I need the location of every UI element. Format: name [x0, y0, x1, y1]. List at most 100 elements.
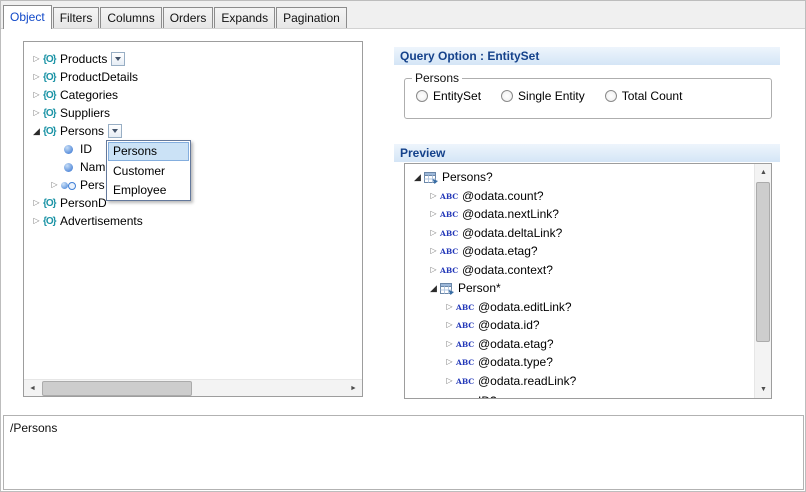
tree-item-products[interactable]: ▷ {O} Products	[30, 50, 125, 68]
preview-item-odata-readlink[interactable]: ▷ ABC @odata.readLink?	[443, 372, 576, 390]
expander-collapsed-icon[interactable]: ▷	[427, 261, 440, 279]
radio-label: Total Count	[622, 89, 683, 103]
tab-pagination[interactable]: Pagination	[276, 7, 347, 28]
tree-item-categories[interactable]: ▷ {O} Categories	[30, 86, 118, 104]
radio-total-count[interactable]: Total Count	[605, 89, 683, 103]
tree-item-persondetails[interactable]: ▷ {O} PersonD	[30, 194, 107, 212]
tab-columns[interactable]: Columns	[100, 7, 161, 28]
string-field-icon: ABC	[440, 266, 460, 275]
odata-query-designer-window: Object Filters Columns Orders Expands Pa…	[0, 0, 806, 492]
preview-item-id[interactable]: ▷ 123 ID?	[443, 392, 497, 399]
scroll-up-icon: ▲	[760, 169, 767, 176]
preview-header: Preview	[394, 144, 780, 162]
expander-expanded-icon[interactable]: ◢	[30, 122, 43, 140]
preview-item-odata-editlink[interactable]: ▷ ABC @odata.editLink?	[443, 298, 572, 316]
radio-label: Single Entity	[518, 89, 585, 103]
preview-item-persons[interactable]: ◢ Persons?	[411, 168, 493, 186]
tree-item-label: Nam	[80, 160, 105, 174]
horizontal-scrollbar[interactable]: ◄ ►	[24, 379, 362, 396]
preview-item-odata-id[interactable]: ▷ ABC @odata.id?	[443, 316, 540, 334]
scroll-down-button[interactable]: ▼	[755, 381, 772, 398]
preview-item-odata-etag[interactable]: ▷ ABC @odata.etag?	[427, 242, 538, 260]
expander-collapsed-icon[interactable]: ▷	[427, 187, 440, 205]
entity-icon	[424, 171, 438, 184]
expander-collapsed-icon[interactable]: ▷	[427, 205, 440, 223]
dropdown-item-employee[interactable]: Employee	[108, 180, 189, 199]
radio-circle-icon[interactable]	[605, 90, 617, 102]
entityset-icon: {O}	[43, 54, 60, 65]
entityset-icon: {O}	[43, 126, 60, 137]
string-field-icon: ABC	[456, 377, 476, 386]
expander-collapsed-icon[interactable]: ▷	[443, 335, 456, 353]
expander-collapsed-icon[interactable]: ▷	[30, 86, 43, 104]
tree-item-productdetails[interactable]: ▷ {O} ProductDetails	[30, 68, 138, 86]
navigation-property-icon	[61, 181, 76, 190]
expander-collapsed-icon[interactable]: ▷	[48, 176, 61, 194]
expander-collapsed-icon[interactable]: ▷	[443, 298, 456, 316]
preview-item-odata-type[interactable]: ▷ ABC @odata.type?	[443, 353, 553, 371]
tree-item-label: PersonD	[60, 196, 107, 210]
expander-collapsed-icon[interactable]: ▷	[427, 242, 440, 260]
tree-item-suppliers[interactable]: ▷ {O} Suppliers	[30, 104, 110, 122]
preview-tree-panel: ◢ Persons? ▷ ABC @odata.count? ▷ ABC @od…	[404, 163, 772, 399]
preview-item-odata-etag2[interactable]: ▷ ABC @odata.etag?	[443, 335, 554, 353]
preview-item-odata-nextlink[interactable]: ▷ ABC @odata.nextLink?	[427, 205, 559, 223]
preview-item-label: @odata.count?	[462, 189, 544, 203]
preview-item-label: @odata.context?	[462, 263, 553, 277]
tab-orders[interactable]: Orders	[163, 7, 214, 28]
entity-type-dropdown-button[interactable]	[108, 124, 122, 138]
tree-item-label: Suppliers	[60, 106, 110, 120]
vertical-scrollbar-thumb[interactable]	[756, 182, 770, 342]
preview-item-odata-deltalink[interactable]: ▷ ABC @odata.deltaLink?	[427, 224, 562, 242]
expander-collapsed-icon[interactable]: ▷	[30, 50, 43, 68]
preview-item-label: @odata.editLink?	[478, 300, 572, 314]
expander-collapsed-icon[interactable]: ▷	[427, 224, 440, 242]
chevron-down-icon	[112, 129, 118, 133]
scroll-down-icon: ▼	[760, 386, 767, 393]
preview-item-odata-context[interactable]: ▷ ABC @odata.context?	[427, 261, 553, 279]
radio-circle-icon[interactable]	[501, 90, 513, 102]
radio-single-entity[interactable]: Single Entity	[501, 89, 585, 103]
dropdown-item-customer[interactable]: Customer	[108, 161, 189, 180]
tree-item-persons-id[interactable]: ID	[48, 140, 92, 158]
dropdown-item-persons[interactable]: Persons	[108, 142, 189, 161]
preview-item-odata-count[interactable]: ▷ ABC @odata.count?	[427, 187, 544, 205]
preview-item-label: Persons?	[442, 170, 493, 184]
tree-item-persons-person[interactable]: ▷ Pers	[48, 176, 105, 194]
chevron-down-icon	[115, 57, 121, 61]
string-field-icon: ABC	[456, 340, 476, 349]
horizontal-scrollbar-thumb[interactable]	[42, 381, 192, 396]
tree-item-label: Advertisements	[60, 214, 143, 228]
expander-collapsed-icon[interactable]: ▷	[30, 104, 43, 122]
expander-collapsed-icon[interactable]: ▷	[443, 316, 456, 334]
entity-type-dropdown-button[interactable]	[111, 52, 125, 66]
vertical-scrollbar[interactable]: ▲ ▼	[754, 164, 771, 398]
query-url-output[interactable]: /Persons	[3, 415, 804, 490]
property-icon	[64, 145, 73, 154]
scroll-left-icon: ◄	[29, 385, 36, 392]
scroll-right-button[interactable]: ►	[345, 380, 362, 397]
tab-filters[interactable]: Filters	[53, 7, 100, 28]
preview-item-person[interactable]: ◢ Person*	[427, 279, 501, 297]
expander-collapsed-icon[interactable]: ▷	[30, 212, 43, 230]
tab-object[interactable]: Object	[3, 5, 52, 29]
tree-item-persons[interactable]: ◢ {O} Persons	[30, 122, 122, 140]
expander-collapsed-icon[interactable]: ▷	[443, 372, 456, 390]
expander-collapsed-icon[interactable]: ▷	[443, 353, 456, 371]
tree-item-advertisements[interactable]: ▷ {O} Advertisements	[30, 212, 143, 230]
entityset-icon: {O}	[43, 198, 60, 209]
expander-expanded-icon[interactable]: ◢	[427, 279, 440, 297]
radio-entityset[interactable]: EntitySet	[416, 89, 481, 103]
tree-item-persons-name[interactable]: Nam	[48, 158, 105, 176]
radio-circle-icon[interactable]	[416, 90, 428, 102]
scroll-up-button[interactable]: ▲	[755, 164, 772, 181]
string-field-icon: ABC	[456, 303, 476, 312]
expander-collapsed-icon[interactable]: ▷	[30, 194, 43, 212]
tree-item-label: Pers	[80, 178, 105, 192]
scroll-left-button[interactable]: ◄	[24, 380, 41, 397]
expander-collapsed-icon[interactable]: ▷	[443, 392, 456, 399]
expander-collapsed-icon[interactable]: ▷	[30, 68, 43, 86]
tab-expands[interactable]: Expands	[214, 7, 275, 28]
expander-expanded-icon[interactable]: ◢	[411, 168, 424, 186]
tab-bar: Object Filters Columns Orders Expands Pa…	[1, 1, 805, 29]
